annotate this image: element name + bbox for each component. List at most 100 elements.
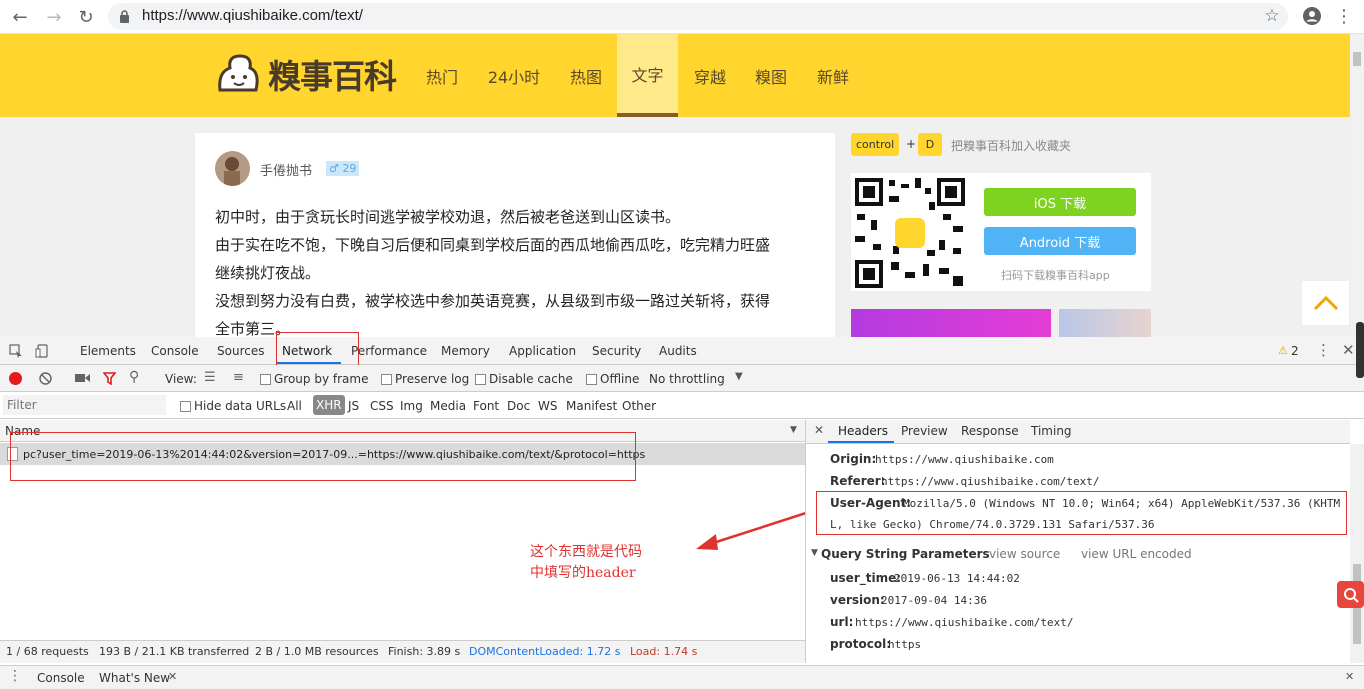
detail-scrollbar[interactable] — [1350, 444, 1364, 663]
tab-elements[interactable]: Elements — [80, 344, 136, 358]
close-detail-icon[interactable]: ✕ — [814, 423, 824, 437]
group-by-frame-checkbox[interactable]: Group by frame — [260, 372, 368, 386]
close-devtools-icon[interactable]: ✕ — [1342, 341, 1355, 359]
filter-type-img[interactable]: Img — [400, 399, 423, 413]
chevron-down-icon[interactable]: ▼ — [735, 371, 743, 382]
clear-icon[interactable] — [38, 371, 52, 385]
filter-type-ws[interactable]: WS — [538, 399, 557, 413]
tab-security[interactable]: Security — [592, 344, 641, 358]
expand-triangle-icon[interactable]: ▼ — [811, 548, 818, 558]
author-name[interactable]: 手倦抛书 — [260, 160, 312, 179]
tab-audits[interactable]: Audits — [659, 344, 697, 358]
ad-image[interactable] — [1059, 309, 1151, 337]
warning-count[interactable]: 2 — [1291, 344, 1299, 358]
drawer-tab-whats-new[interactable]: What's New — [99, 671, 170, 685]
avatar[interactable] — [215, 151, 250, 186]
qiubai-logo-icon — [214, 50, 262, 98]
view-url-encoded-link[interactable]: view URL encoded — [1081, 547, 1192, 561]
nav-hot-pics[interactable]: 热图 — [561, 34, 611, 117]
tab-response[interactable]: Response — [961, 424, 1019, 438]
tab-timing[interactable]: Timing — [1031, 424, 1072, 438]
back-icon[interactable]: ← — [8, 5, 32, 29]
inspect-element-icon[interactable] — [8, 343, 24, 359]
offline-checkbox[interactable]: Offline — [586, 372, 639, 386]
filter-type-js[interactable]: JS — [348, 399, 359, 413]
param-key: url: — [830, 615, 854, 629]
disable-cache-checkbox[interactable]: Disable cache — [475, 372, 573, 386]
filter-type-font[interactable]: Font — [473, 399, 499, 413]
filter-type-other[interactable]: Other — [622, 399, 656, 413]
qr-code-icon — [853, 176, 967, 290]
browser-menu-icon[interactable]: ⋮ — [1334, 6, 1354, 27]
tab-sources[interactable]: Sources — [217, 344, 264, 358]
search-icon[interactable]: ⚲ — [129, 369, 139, 385]
post-paragraph: 继续挑灯夜战。 — [215, 264, 321, 282]
tab-preview[interactable]: Preview — [901, 424, 948, 438]
shortcut-key-d: D — [918, 133, 942, 156]
reload-icon[interactable]: ↻ — [74, 5, 98, 29]
android-download-button[interactable]: Android 下载 — [984, 227, 1136, 255]
profile-icon[interactable] — [1302, 6, 1322, 26]
offline-label: Offline — [600, 372, 640, 386]
back-to-top-button[interactable] — [1301, 280, 1350, 326]
column-menu-chevron-icon[interactable]: ▼ — [790, 425, 797, 435]
large-rows-icon[interactable]: ☰ — [204, 370, 216, 385]
status-requests: 1 / 68 requests — [6, 645, 89, 658]
forward-icon[interactable]: → — [42, 5, 66, 29]
site-logo-text[interactable]: 糗事百科 — [268, 50, 397, 98]
nav-travel[interactable]: 穿越 — [685, 34, 735, 117]
filter-type-manifest[interactable]: Manifest — [566, 399, 617, 413]
post-paragraph: 由于实在吃不饱，下晚自习后便和同桌到学校后面的西瓜地偷西瓜吃，吃完精力旺盛 — [215, 236, 771, 254]
scan-download-hint: 扫码下载糗事百科app — [1001, 269, 1110, 282]
filter-input[interactable] — [3, 395, 166, 415]
preserve-log-checkbox[interactable]: Preserve log — [381, 372, 469, 386]
browser-toolbar: ← → ↻ https://www.qiushibaike.com/text/ … — [0, 0, 1364, 34]
filter-type-doc[interactable]: Doc — [507, 399, 530, 413]
ios-download-button[interactable]: iOS 下载 — [984, 188, 1136, 216]
floating-search-icon[interactable] — [1337, 581, 1364, 608]
side-widget[interactable] — [1356, 322, 1364, 378]
ad-banner[interactable] — [851, 309, 1051, 337]
bookmark-hint[interactable]: 把糗事百科加入收藏夹 — [951, 137, 1071, 154]
hide-data-urls-checkbox[interactable]: Hide data URLs — [180, 399, 286, 413]
post-paragraph: 没想到努力没有白费，被学校选中参加英语竞赛，从县级到市级一路过关斩将，获得 — [215, 292, 771, 310]
query-section-title[interactable]: Query String Parameters — [821, 547, 990, 561]
nav-hot[interactable]: 热门 — [417, 34, 467, 117]
waterfall-icon[interactable]: ≡ — [233, 370, 244, 385]
page-scroll-thumb[interactable] — [1353, 52, 1361, 66]
drawer-tab-console[interactable]: Console — [37, 671, 85, 685]
close-drawer-tab-icon[interactable]: ✕ — [168, 670, 177, 683]
tab-application[interactable]: Application — [509, 344, 576, 358]
warning-icon[interactable]: ⚠ — [1278, 344, 1288, 357]
device-toolbar-icon[interactable] — [34, 343, 50, 359]
view-source-link[interactable]: view source — [989, 547, 1060, 561]
pane-divider[interactable] — [805, 420, 806, 663]
nav-fresh[interactable]: 新鲜 — [808, 34, 858, 117]
page-scrollbar[interactable] — [1350, 34, 1364, 337]
devtools-menu-icon[interactable]: ⋮ — [1316, 341, 1331, 359]
tab-memory[interactable]: Memory — [441, 344, 490, 358]
drawer-menu-icon[interactable]: ⋮ — [8, 668, 22, 684]
throttling-select[interactable]: No throttling — [649, 372, 725, 386]
filter-type-all[interactable]: All — [287, 399, 302, 413]
tab-console[interactable]: Console — [151, 344, 199, 358]
status-dcl: DOMContentLoaded: 1.72 s — [469, 645, 621, 658]
tab-headers[interactable]: Headers — [838, 424, 888, 438]
status-finish: Finish: 3.89 s — [388, 645, 461, 658]
annotation-arrow-icon — [690, 510, 808, 552]
record-icon[interactable] — [9, 372, 22, 385]
nav-funny-pics[interactable]: 糗图 — [746, 34, 796, 117]
param-value: 2017-09-04 14:36 — [881, 594, 987, 607]
filter-type-xhr[interactable]: XHR — [313, 395, 345, 415]
nav-24h[interactable]: 24小时 — [480, 34, 548, 117]
capture-screenshots-icon[interactable] — [74, 371, 90, 385]
shortcut-plus: + — [906, 137, 917, 151]
tab-performance[interactable]: Performance — [351, 344, 427, 358]
header-key-origin: Origin: — [830, 452, 877, 466]
nav-text[interactable]: 文字 — [617, 34, 678, 117]
close-drawer-icon[interactable]: ✕ — [1345, 670, 1354, 683]
bookmark-star-icon[interactable]: ☆ — [1262, 6, 1282, 26]
filter-icon[interactable] — [102, 371, 116, 385]
filter-type-css[interactable]: CSS — [370, 399, 394, 413]
filter-type-media[interactable]: Media — [430, 399, 466, 413]
